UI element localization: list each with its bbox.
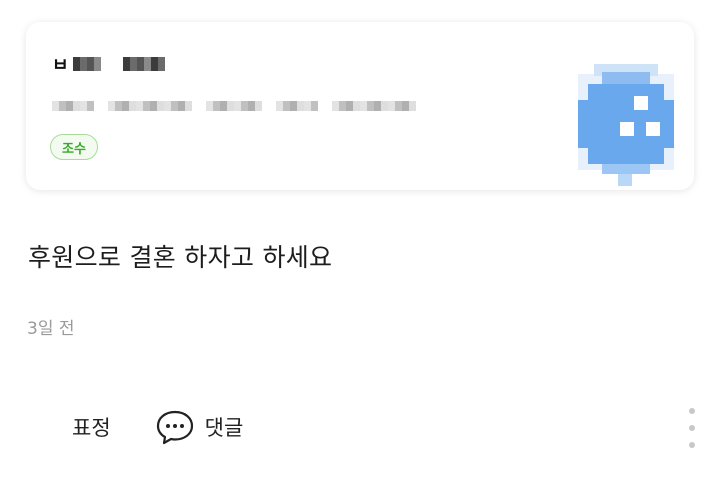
- reply-label: 댓글: [204, 416, 244, 440]
- chat-bubble-icon: [156, 410, 193, 445]
- more-options-button[interactable]: [684, 408, 700, 448]
- author-name-redacted: [72, 57, 101, 71]
- more-dot: [689, 408, 695, 414]
- reaction-button[interactable]: 표정: [72, 412, 111, 442]
- comment-timestamp: 3일 전: [27, 319, 75, 339]
- author-profile-card[interactable]: ㅂ 조수: [26, 22, 694, 190]
- author-subtitle-redacted: [52, 100, 416, 112]
- author-name: ㅂ: [52, 52, 165, 76]
- comment-actions: 표정 댓글: [72, 406, 243, 448]
- author-name-redacted: [122, 57, 165, 71]
- comment-text: 후원으로 결혼 하자고 하세요: [28, 243, 333, 272]
- avatar[interactable]: [558, 44, 694, 192]
- reaction-label: 표정: [72, 416, 111, 440]
- more-dot: [689, 425, 695, 431]
- author-level-badge: 조수: [50, 134, 98, 160]
- reply-button[interactable]: 댓글: [155, 407, 244, 447]
- author-name-initial: ㅂ: [52, 55, 69, 76]
- more-dot: [689, 442, 695, 448]
